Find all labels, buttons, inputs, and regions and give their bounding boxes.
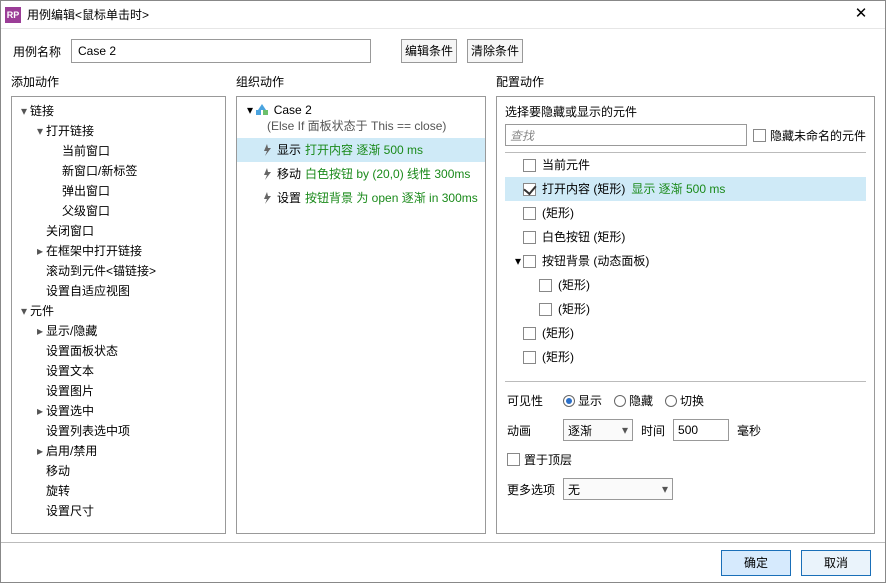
animation-label: 动画: [507, 422, 555, 439]
pick-widget-label: 选择要隐藏或显示的元件: [497, 97, 874, 124]
action-tree-item[interactable]: 设置列表选中项: [12, 421, 225, 441]
hide-unnamed-checkbox[interactable]: 隐藏未命名的元件: [753, 127, 866, 144]
action-tree-item[interactable]: ▾打开链接: [12, 121, 225, 141]
time-unit: 毫秒: [737, 422, 761, 439]
action-tree-item[interactable]: 设置图片: [12, 381, 225, 401]
search-input[interactable]: [505, 124, 747, 146]
bolt-icon: [261, 140, 275, 160]
animation-select[interactable]: 逐渐▾: [563, 419, 633, 441]
widget-checkbox[interactable]: [523, 327, 536, 340]
widget-row[interactable]: (矩形): [505, 201, 866, 225]
case-icon: [256, 103, 270, 117]
action-tree-item[interactable]: 设置面板状态: [12, 341, 225, 361]
widget-row[interactable]: ▾按钮背景 (动态面板): [505, 249, 866, 273]
app-icon: RP: [5, 7, 21, 23]
action-tree-item[interactable]: 设置尺寸: [12, 501, 225, 521]
ok-button[interactable]: 确定: [721, 550, 791, 576]
configure-action-header: 配置动作: [496, 69, 875, 96]
case-name-input[interactable]: [71, 39, 371, 63]
widget-row[interactable]: 打开内容 (矩形)显示 逐渐 500 ms: [505, 177, 866, 201]
case-name-label: 用例名称: [13, 43, 61, 60]
action-tree-item[interactable]: 滚动到元件<锚链接>: [12, 261, 225, 281]
widget-row[interactable]: 当前元件: [505, 153, 866, 177]
visibility-label: 可见性: [507, 392, 555, 409]
action-tree-item[interactable]: ▸在框架中打开链接: [12, 241, 225, 261]
organize-action-header: 组织动作: [236, 69, 486, 96]
visibility-radio[interactable]: 隐藏: [614, 394, 653, 408]
case-name-text: Case 2: [274, 103, 312, 117]
action-tree-item[interactable]: 父级窗口: [12, 201, 225, 221]
action-tree-item[interactable]: 移动: [12, 461, 225, 481]
action-tree-item[interactable]: 设置文本: [12, 361, 225, 381]
widget-row[interactable]: (矩形): [505, 273, 866, 297]
action-tree-item[interactable]: ▸设置选中: [12, 401, 225, 421]
action-tree-item[interactable]: 关闭窗口: [12, 221, 225, 241]
widget-checkbox[interactable]: [523, 231, 536, 244]
widget-checkbox[interactable]: [523, 183, 536, 196]
case-condition: (Else If 面板状态于 This == close): [237, 117, 485, 138]
action-tree-item[interactable]: 新窗口/新标签: [12, 161, 225, 181]
chevron-down-icon: ▾: [616, 423, 628, 437]
widget-row[interactable]: (矩形): [505, 345, 866, 369]
visibility-radio[interactable]: 切换: [665, 394, 704, 408]
widget-checkbox[interactable]: [523, 207, 536, 220]
widget-checkbox[interactable]: [523, 159, 536, 172]
bring-to-front-checkbox[interactable]: 置于顶层: [507, 451, 572, 468]
case-row[interactable]: ▾ Case 2: [237, 101, 485, 117]
widget-row[interactable]: (矩形): [505, 321, 866, 345]
widget-checkbox[interactable]: [539, 279, 552, 292]
action-row[interactable]: 显示打开内容 逐渐 500 ms: [237, 138, 485, 162]
action-row[interactable]: 移动白色按钮 by (20,0) 线性 300ms: [237, 162, 485, 186]
more-options-select[interactable]: 无▾: [563, 478, 673, 500]
edit-condition-button[interactable]: 编辑条件: [401, 39, 457, 63]
action-tree-item[interactable]: 设置自适应视图: [12, 281, 225, 301]
action-tree-item[interactable]: 弹出窗口: [12, 181, 225, 201]
close-icon[interactable]: ✕: [841, 2, 881, 28]
time-input[interactable]: [673, 419, 729, 441]
action-tree-item[interactable]: ▸显示/隐藏: [12, 321, 225, 341]
clear-condition-button[interactable]: 清除条件: [467, 39, 523, 63]
widget-checkbox[interactable]: [523, 351, 536, 364]
widget-row[interactable]: (矩形): [505, 297, 866, 321]
action-tree-item[interactable]: ▸启用/禁用: [12, 441, 225, 461]
bolt-icon: [261, 164, 275, 184]
more-options-label: 更多选项: [507, 481, 555, 498]
action-tree-item[interactable]: ▾链接: [12, 101, 225, 121]
bolt-icon: [261, 188, 275, 208]
time-label: 时间: [641, 422, 665, 439]
visibility-radio[interactable]: 显示: [563, 394, 602, 408]
add-action-header: 添加动作: [11, 69, 226, 96]
action-tree-item[interactable]: 当前窗口: [12, 141, 225, 161]
cancel-button[interactable]: 取消: [801, 550, 871, 576]
chevron-down-icon: ▾: [656, 482, 668, 496]
widget-row[interactable]: 白色按钮 (矩形): [505, 225, 866, 249]
action-tree-item[interactable]: 旋转: [12, 481, 225, 501]
action-row[interactable]: 设置按钮背景 为 open 逐渐 in 300ms: [237, 186, 485, 210]
action-tree-item[interactable]: ▾元件: [12, 301, 225, 321]
widget-checkbox[interactable]: [523, 255, 536, 268]
widget-checkbox[interactable]: [539, 303, 552, 316]
window-title: 用例编辑<鼠标单击时>: [27, 6, 841, 23]
